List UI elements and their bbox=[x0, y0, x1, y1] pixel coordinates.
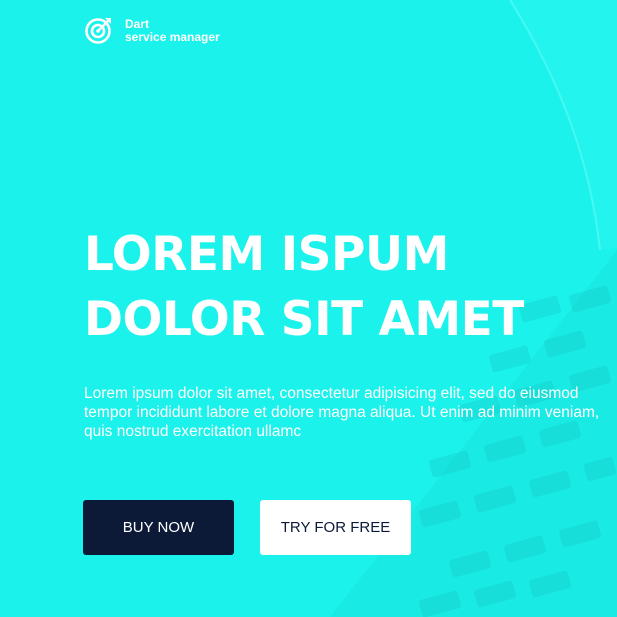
hero-lead-text: Lorem ipsum dolor sit amet, consectetur … bbox=[84, 385, 600, 440]
brand-text: Dart service manager bbox=[125, 15, 220, 44]
brand-tagline: service manager bbox=[125, 30, 220, 44]
hero-headline: LOREM ISPUM DOLOR SIT AMET bbox=[84, 222, 524, 352]
headline-line-2: DOLOR SIT AMET bbox=[84, 292, 524, 347]
hero-section: Dart service manager LOREM ISPUM DOLOR S… bbox=[0, 0, 617, 617]
brand-logo[interactable]: Dart service manager bbox=[84, 15, 284, 45]
headline-line-1: LOREM ISPUM bbox=[84, 227, 449, 282]
try-for-free-button[interactable]: TRY FOR FREE bbox=[260, 500, 411, 555]
target-arrow-icon bbox=[85, 18, 111, 44]
buy-now-button[interactable]: BUY NOW bbox=[83, 500, 234, 555]
